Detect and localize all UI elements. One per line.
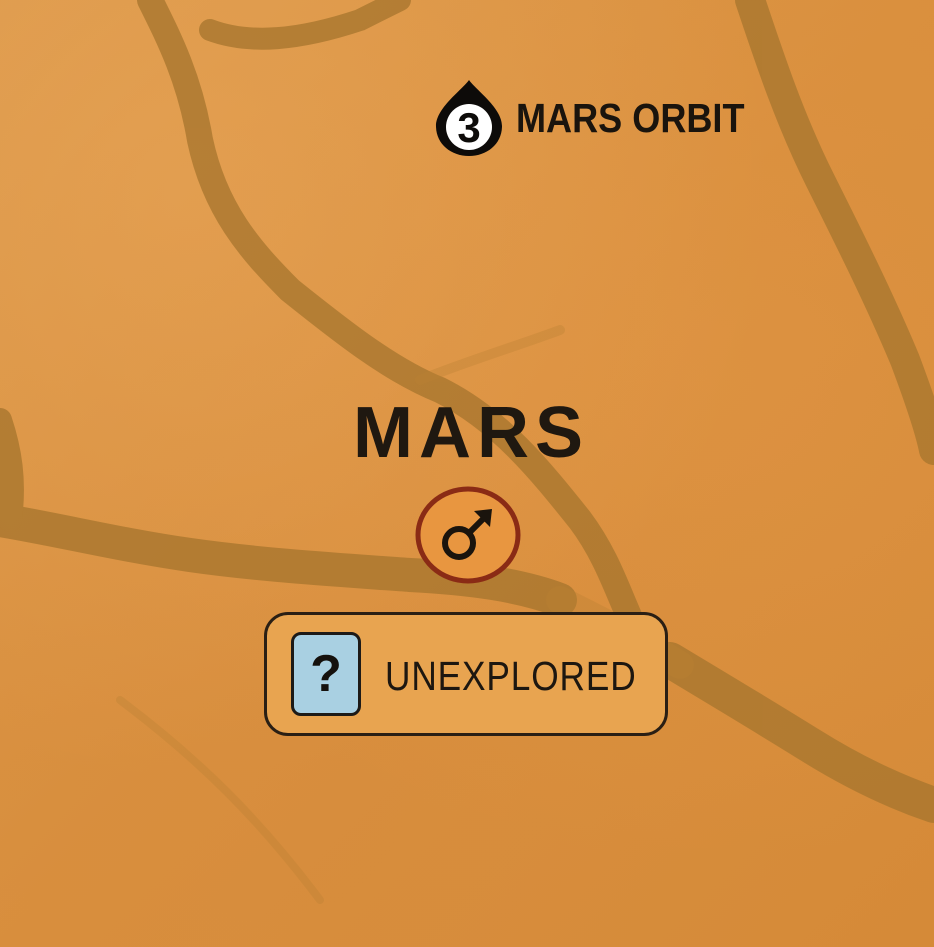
mars-tile[interactable]: 3 MARS ORBIT MARS ? UNEXPLORED xyxy=(0,0,934,947)
unknown-question-icon: ? xyxy=(291,632,361,716)
status-label: UNEXPLORED xyxy=(385,653,637,699)
orbit-label: 3 MARS ORBIT xyxy=(432,78,776,158)
planet-name: MARS xyxy=(353,393,589,473)
exploration-status[interactable]: ? UNEXPLORED xyxy=(264,612,668,736)
mars-symbol-icon xyxy=(415,486,521,584)
orbit-number: 3 xyxy=(457,104,480,151)
orbit-name: MARS ORBIT xyxy=(516,94,745,141)
orbit-number-badge: 3 xyxy=(436,80,502,156)
